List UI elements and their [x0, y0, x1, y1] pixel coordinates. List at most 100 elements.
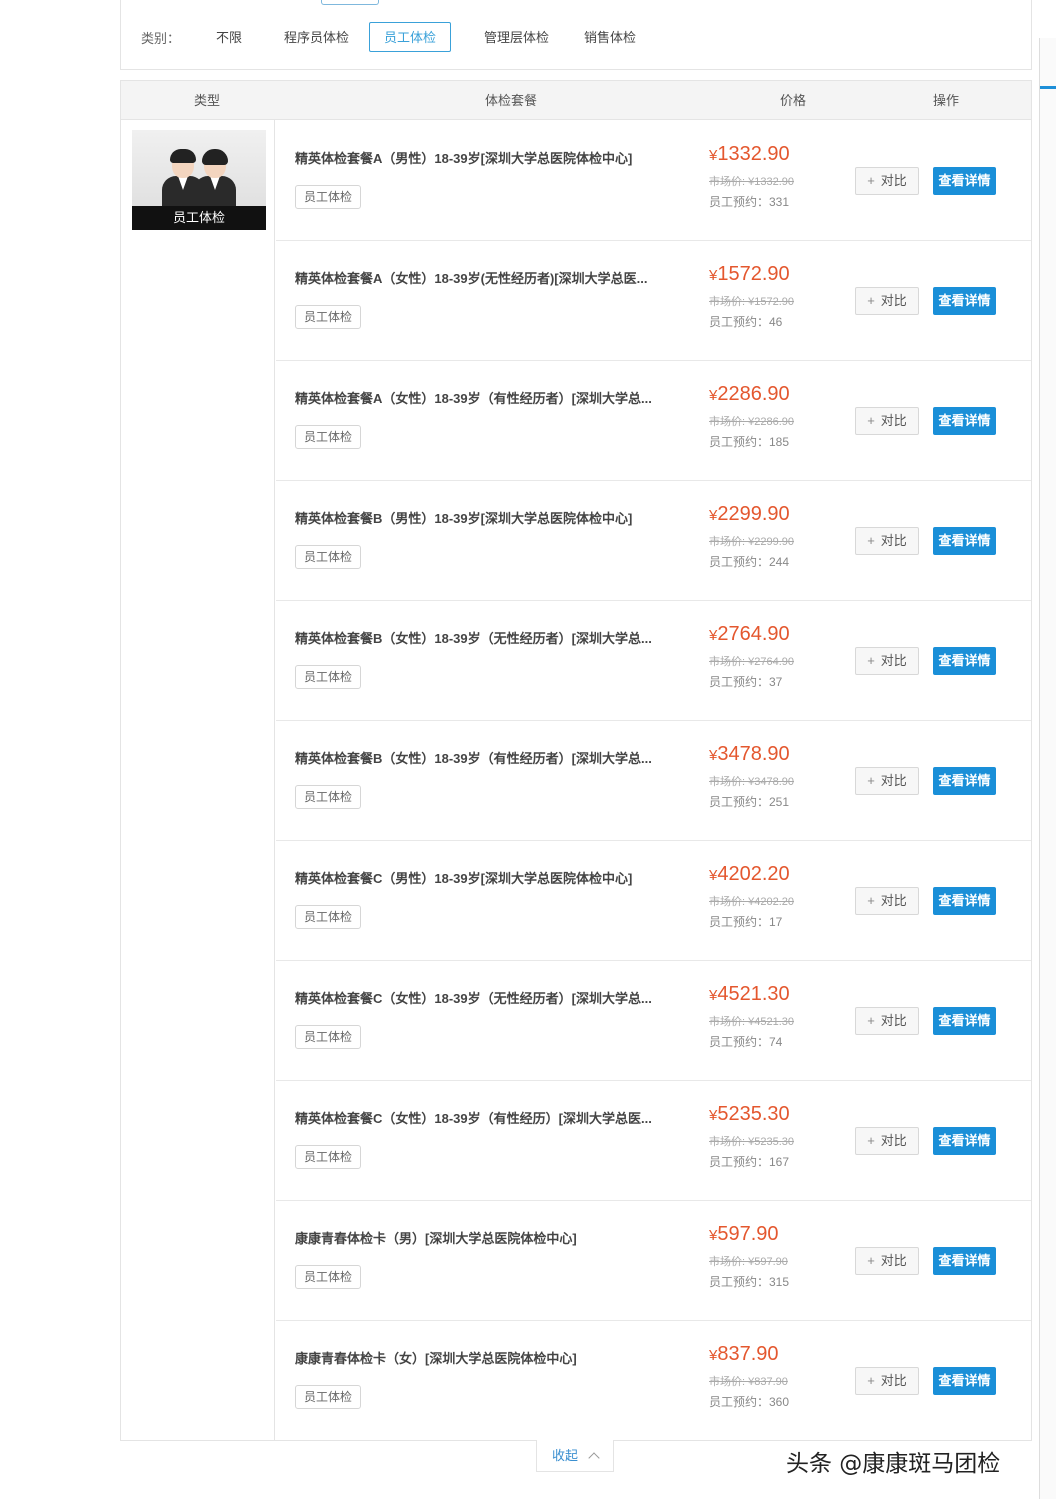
- watermark: 头条 @康康斑马团检: [786, 1451, 1001, 1477]
- package-name[interactable]: 精英体检套餐B（女性）18-39岁（有性经历者）[深圳大学总...: [295, 748, 690, 767]
- compare-button[interactable]: + 对比: [855, 1367, 919, 1395]
- category-filter-bar: 类别： 不限 程序员体检 员工体检 管理层体检 销售体检: [120, 0, 1032, 70]
- market-price: 市场价: ¥2299.90: [709, 536, 794, 548]
- category-tag: 员工体检: [295, 785, 362, 809]
- category-tag: 员工体检: [295, 1145, 362, 1169]
- table-row: 精英体检套餐B（女性）18-39岁（有性经历者）[深圳大学总... 员工体检 ¥…: [276, 721, 1031, 841]
- plus-icon: +: [867, 1373, 875, 1388]
- filter-option-employee[interactable]: 员工体检: [369, 22, 452, 52]
- filter-option-programmer[interactable]: 程序员体检: [269, 22, 364, 52]
- booking-count: 员工预约：331: [709, 195, 790, 209]
- booking-count: 员工预约：185: [709, 435, 790, 449]
- plus-icon: +: [867, 893, 875, 908]
- table-row: 精英体检套餐C（女性）18-39岁（无性经历者）[深圳大学总... 员工体检 ¥…: [276, 961, 1031, 1081]
- view-details-button[interactable]: 查看详情: [933, 407, 996, 435]
- filter-option-sales[interactable]: 销售体检: [569, 22, 651, 52]
- package-name[interactable]: 精英体检套餐C（男性）18-39岁[深圳大学总医院体检中心]: [295, 868, 690, 887]
- package-price: ¥4202.20: [709, 863, 790, 885]
- compare-button[interactable]: + 对比: [855, 1247, 919, 1275]
- view-details-button[interactable]: 查看详情: [933, 767, 996, 795]
- header-type: 类型: [193, 93, 220, 108]
- plus-icon: +: [867, 173, 875, 188]
- table-header: 类型 体检套餐 价格 操作: [121, 81, 1031, 120]
- view-details-button[interactable]: 查看详情: [933, 287, 996, 315]
- header-action: 操作: [932, 93, 959, 108]
- market-price: 市场价: ¥1572.90: [709, 296, 794, 308]
- booking-count: 员工预约：17: [709, 915, 783, 929]
- booking-count: 员工预约：360: [709, 1395, 790, 1409]
- view-details-button[interactable]: 查看详情: [933, 167, 996, 195]
- filter-option-all[interactable]: 不限: [201, 22, 257, 52]
- table-row: 精英体检套餐B（男性）18-39岁[深圳大学总医院体检中心] 员工体检 ¥229…: [276, 481, 1031, 601]
- view-details-button[interactable]: 查看详情: [933, 1367, 996, 1395]
- table-row: 精英体检套餐A（女性）18-39岁(无性经历者)[深圳大学总医... 员工体检 …: [276, 241, 1031, 361]
- package-name[interactable]: 康康青春体检卡（女）[深圳大学总医院体检中心]: [295, 1348, 690, 1367]
- package-name[interactable]: 精英体检套餐A（女性）18-39岁（有性经历者）[深圳大学总...: [295, 388, 690, 407]
- category-tag: 员工体检: [295, 185, 362, 209]
- package-name[interactable]: 精英体检套餐C（女性）18-39岁（无性经历者）[深圳大学总...: [295, 988, 690, 1007]
- collapse-button[interactable]: 收起: [536, 1440, 614, 1472]
- view-details-button[interactable]: 查看详情: [933, 1127, 996, 1155]
- market-price: 市场价: ¥3478.90: [709, 776, 794, 788]
- man-figure: [162, 149, 204, 206]
- package-name[interactable]: 精英体检套餐A（女性）18-39岁(无性经历者)[深圳大学总医...: [295, 268, 690, 287]
- view-details-button[interactable]: 查看详情: [933, 527, 996, 555]
- package-name[interactable]: 精英体检套餐C（女性）18-39岁（有性经历）[深圳大学总医...: [295, 1108, 690, 1127]
- category-tag: 员工体检: [295, 1265, 362, 1289]
- view-details-button[interactable]: 查看详情: [933, 647, 996, 675]
- compare-button[interactable]: + 对比: [855, 167, 919, 195]
- market-price: 市场价: ¥837.90: [709, 1376, 788, 1388]
- plus-icon: +: [867, 1013, 875, 1028]
- tab-stub: [321, 0, 379, 5]
- package-price: ¥4521.30: [709, 983, 790, 1005]
- market-price: 市场价: ¥2286.90: [709, 416, 794, 428]
- package-name[interactable]: 精英体检套餐B（男性）18-39岁[深圳大学总医院体检中心]: [295, 508, 690, 527]
- package-name[interactable]: 精英体检套餐B（女性）18-39岁（无性经历者）[深圳大学总...: [295, 628, 690, 647]
- booking-count: 员工预约：37: [709, 675, 783, 689]
- market-price: 市场价: ¥1332.90: [709, 176, 794, 188]
- booking-count: 员工预约：315: [709, 1275, 790, 1289]
- package-price: ¥2299.90: [709, 503, 790, 525]
- plus-icon: +: [867, 773, 875, 788]
- compare-button[interactable]: + 对比: [855, 407, 919, 435]
- package-price: ¥837.90: [709, 1343, 779, 1365]
- package-table: 类型 体检套餐 价格 操作 员工体检 精英体检套餐A（男性）18-39岁[深圳大…: [120, 80, 1032, 1441]
- plus-icon: +: [867, 653, 875, 668]
- category-tag: 员工体检: [295, 905, 362, 929]
- filter-option-management[interactable]: 管理层体检: [469, 22, 564, 52]
- compare-button[interactable]: + 对比: [855, 1007, 919, 1035]
- type-column: 员工体检: [121, 120, 275, 1440]
- view-details-button[interactable]: 查看详情: [933, 1247, 996, 1275]
- compare-button[interactable]: + 对比: [855, 527, 919, 555]
- category-tag: 员工体检: [295, 425, 362, 449]
- table-row: 精英体检套餐C（男性）18-39岁[深圳大学总医院体检中心] 员工体检 ¥420…: [276, 841, 1031, 961]
- table-row: 精英体检套餐C（女性）18-39岁（有性经历）[深圳大学总医... 员工体检 ¥…: [276, 1081, 1031, 1201]
- table-row: 精英体检套餐A（女性）18-39岁（有性经历者）[深圳大学总... 员工体检 ¥…: [276, 361, 1031, 481]
- booking-count: 员工预约：251: [709, 795, 790, 809]
- chevron-up-icon: [588, 1452, 600, 1464]
- collapse-label: 收起: [551, 1448, 578, 1463]
- category-tag: 员工体检: [295, 665, 362, 689]
- plus-icon: +: [867, 413, 875, 428]
- view-details-button[interactable]: 查看详情: [933, 1007, 996, 1035]
- plus-icon: +: [867, 293, 875, 308]
- compare-button[interactable]: + 对比: [855, 647, 919, 675]
- category-tag: 员工体检: [295, 305, 362, 329]
- package-name[interactable]: 精英体检套餐A（男性）18-39岁[深圳大学总医院体检中心]: [295, 148, 690, 167]
- header-price: 价格: [779, 93, 806, 108]
- type-caption: 员工体检: [132, 206, 266, 230]
- package-price: ¥2764.90: [709, 623, 790, 645]
- booking-count: 员工预约：74: [709, 1035, 783, 1049]
- view-details-button[interactable]: 查看详情: [933, 887, 996, 915]
- compare-button[interactable]: + 对比: [855, 287, 919, 315]
- table-row: 精英体检套餐B（女性）18-39岁（无性经历者）[深圳大学总... 员工体检 ¥…: [276, 601, 1031, 721]
- table-row: 精英体检套餐A（男性）18-39岁[深圳大学总医院体检中心] 员工体检 ¥133…: [276, 121, 1031, 241]
- compare-button[interactable]: + 对比: [855, 767, 919, 795]
- market-price: 市场价: ¥597.90: [709, 1256, 788, 1268]
- compare-button[interactable]: + 对比: [855, 1127, 919, 1155]
- package-name[interactable]: 康康青春体检卡（男）[深圳大学总医院体检中心]: [295, 1228, 690, 1247]
- category-tag: 员工体检: [295, 1025, 362, 1049]
- filter-label: 类别：: [141, 31, 181, 46]
- category-tag: 员工体检: [295, 545, 362, 569]
- compare-button[interactable]: + 对比: [855, 887, 919, 915]
